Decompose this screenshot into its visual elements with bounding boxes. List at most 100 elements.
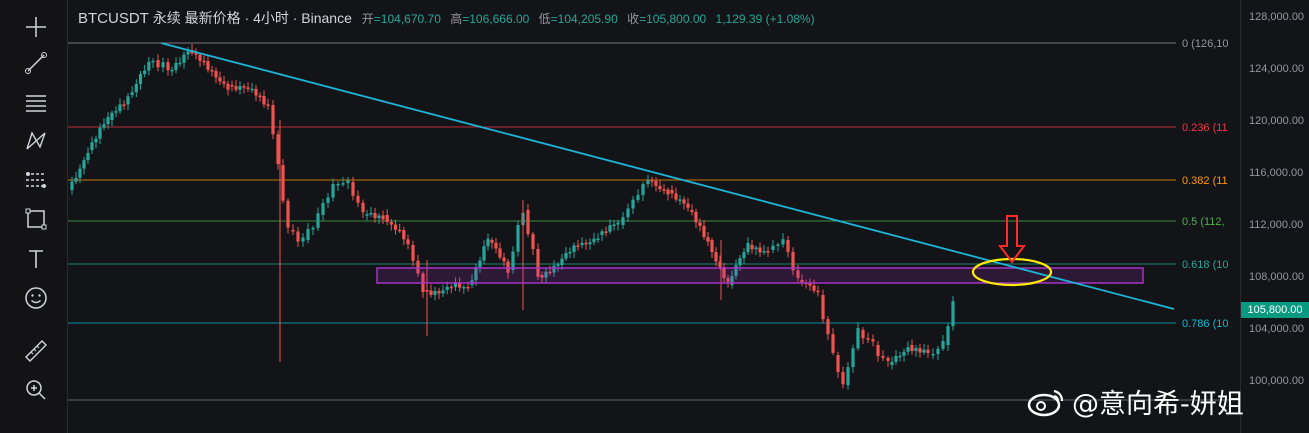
crosshair-icon[interactable] — [19, 10, 53, 44]
candle-body — [746, 243, 750, 253]
candle-body — [361, 202, 365, 213]
low-value: =104,205.90 — [550, 12, 618, 26]
candle-body — [449, 286, 453, 289]
candle-body — [462, 286, 466, 289]
candle-body — [910, 345, 914, 351]
candle-body — [478, 260, 482, 268]
candle-body — [646, 180, 650, 185]
candle-body — [331, 184, 335, 198]
candle-body — [441, 290, 445, 294]
zoom-icon[interactable] — [19, 373, 53, 407]
candle-body — [686, 203, 690, 208]
ruler-icon[interactable] — [19, 334, 53, 368]
candle-body — [336, 184, 340, 186]
candle-body — [511, 251, 515, 270]
candle-body — [654, 181, 658, 186]
fib-icon[interactable] — [19, 86, 53, 120]
candle-body — [690, 210, 694, 212]
price-chart[interactable]: 0 (126,10 0.236 (11 0.382 (11 0.5 (112, 0.61… — [68, 0, 1240, 433]
candle-body — [641, 184, 645, 196]
candle-body — [831, 334, 835, 353]
ohlc-readout: 开=104,670.70 高=106,666.00 低=104,205.90 收… — [356, 12, 815, 26]
candle-body — [592, 238, 596, 243]
candle-body — [678, 199, 682, 201]
text-icon[interactable] — [19, 242, 53, 276]
rectangle-icon[interactable] — [19, 202, 53, 236]
candle-body — [326, 197, 330, 203]
candle-body — [266, 104, 270, 106]
candle-body — [584, 242, 588, 245]
candle-body — [821, 295, 825, 320]
candle-body — [754, 247, 758, 250]
candle-body — [702, 225, 706, 238]
candle-body — [406, 239, 410, 245]
candle-body — [222, 81, 226, 84]
candle-body — [86, 152, 90, 161]
candle-body — [572, 245, 576, 252]
candle-body — [238, 86, 242, 90]
candle-body — [398, 229, 402, 232]
candle-body — [902, 351, 906, 356]
candle-body — [826, 319, 830, 335]
candle-body — [866, 338, 870, 340]
emoji-icon[interactable] — [19, 281, 53, 315]
candle-body — [568, 251, 572, 254]
candle-body — [321, 202, 325, 215]
candle-body — [254, 88, 258, 96]
candle-body — [381, 215, 385, 220]
candle-body — [258, 95, 262, 98]
candle-body — [286, 200, 290, 228]
projection-icon[interactable] — [19, 163, 53, 197]
candle-body — [636, 195, 640, 200]
fib-level-label: 0.786 (10 — [1182, 318, 1228, 330]
pattern-icon[interactable] — [19, 124, 53, 158]
candle-body — [951, 301, 955, 327]
candle-body — [710, 240, 714, 253]
axis-label: 128,000.00 — [1249, 11, 1305, 23]
candle-body — [604, 231, 608, 233]
candle-body — [876, 345, 880, 357]
candle-body — [411, 245, 415, 261]
axis-label: 112,000.00 — [1249, 219, 1304, 231]
candle-body — [846, 367, 850, 385]
down-arrow-icon — [998, 215, 1026, 264]
candle-body — [766, 251, 770, 253]
trendline-icon[interactable] — [19, 46, 53, 80]
candle-body — [385, 215, 389, 222]
candle-body — [698, 222, 702, 226]
candle-body — [670, 190, 674, 194]
candle-body — [147, 61, 151, 71]
candle-body — [621, 217, 625, 225]
candle-body — [186, 51, 190, 55]
candle-body — [946, 326, 950, 345]
change-value: 1,129.39 (+1.08%) — [715, 12, 815, 26]
candle-body — [890, 361, 894, 365]
candle-body — [851, 348, 855, 368]
symbol-meta: 永续 最新价格 · 4小时 · Binance — [148, 10, 352, 26]
symbol-name[interactable]: BTCUSDT — [78, 10, 149, 27]
price-axis[interactable]: 128,000.00 124,000.00 120,000.00 116,000… — [1240, 0, 1309, 433]
candle-body — [466, 286, 470, 289]
candle-body — [841, 372, 845, 385]
symbol-header: BTCUSDT 永续 最新价格 · 4小时 · Binance 开=104,67… — [78, 8, 815, 28]
candle-body — [771, 245, 775, 250]
candle-body — [389, 221, 393, 225]
close-value: =105,800.00 — [639, 12, 707, 26]
axis-label: 116,000.00 — [1249, 167, 1304, 179]
candle-body — [151, 60, 155, 63]
candle-body — [102, 124, 106, 128]
candle-body — [786, 240, 790, 252]
fib-level-label: 0.618 (10 — [1182, 259, 1228, 271]
candle-body — [78, 168, 82, 178]
candle-body — [931, 353, 935, 356]
candle-body — [377, 215, 381, 219]
candle-body — [856, 328, 860, 349]
watermark-text: @意向希-妍姐 — [1072, 389, 1244, 420]
candle-body — [306, 229, 310, 240]
candle-body — [143, 70, 147, 75]
candle-body — [781, 239, 785, 245]
candle-body — [812, 285, 816, 291]
chart-canvas[interactable]: 0 (126,10 0.236 (11 0.382 (11 0.5 (112, 0.61… — [68, 0, 1240, 433]
candle-body — [498, 248, 502, 258]
candle-body — [861, 330, 865, 339]
